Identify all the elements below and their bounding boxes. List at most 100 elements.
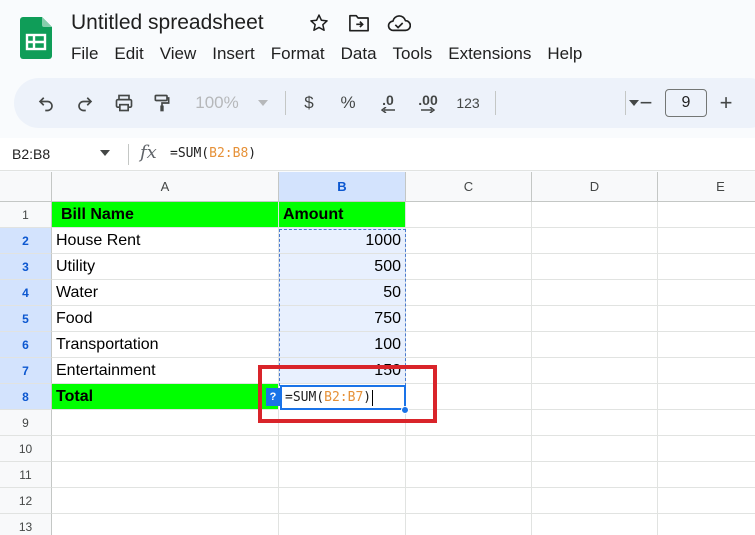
cell-e11[interactable] [658,462,755,488]
currency-format-button[interactable]: $ [300,78,318,128]
row-header-10[interactable]: 10 [0,436,52,462]
cell-b10[interactable] [279,436,406,462]
cell-a5[interactable]: Food [52,306,279,332]
cell-e13[interactable] [658,514,755,535]
cell-e7[interactable] [658,358,755,384]
font-family-select[interactable] [509,78,639,128]
increase-decimal-button[interactable]: .00 [414,78,442,128]
cell-a3[interactable]: Utility [52,254,279,280]
cell-e9[interactable] [658,410,755,436]
menu-tools[interactable]: Tools [385,42,441,66]
cell-b2[interactable]: 1000 [279,228,406,254]
percent-format-button[interactable]: % [338,78,358,128]
cell-d8[interactable] [532,384,658,410]
column-header-d[interactable]: D [532,172,658,202]
menu-data[interactable]: Data [333,42,385,66]
cell-e12[interactable] [658,488,755,514]
name-box[interactable]: B2:B8 [12,146,50,162]
cell-a9[interactable] [52,410,279,436]
cell-c9[interactable] [406,410,532,436]
cell-c7[interactable] [406,358,532,384]
cell-a8[interactable]: Total [52,384,279,410]
column-header-c[interactable]: C [406,172,532,202]
cell-e10[interactable] [658,436,755,462]
fill-handle[interactable] [401,406,409,414]
cell-c3[interactable] [406,254,532,280]
row-header-9[interactable]: 9 [0,410,52,436]
document-title[interactable]: Untitled spreadsheet [71,11,264,35]
formula-help-icon[interactable]: ? [266,388,280,406]
print-icon[interactable] [112,78,136,128]
cell-d4[interactable] [532,280,658,306]
cell-b9[interactable] [279,410,406,436]
row-header-11[interactable]: 11 [0,462,52,488]
cloud-saved-icon[interactable] [387,11,411,35]
cell-b4[interactable]: 50 [279,280,406,306]
decrease-decimal-button[interactable]: .0 [374,78,402,128]
undo-icon[interactable] [34,78,58,128]
cell-b11[interactable] [279,462,406,488]
cell-d10[interactable] [532,436,658,462]
cell-e3[interactable] [658,254,755,280]
cell-c8[interactable] [406,384,532,410]
column-header-e[interactable]: E [658,172,755,202]
row-header-7[interactable]: 7 [0,358,52,384]
paint-format-icon[interactable] [150,78,174,128]
cell-b8-editor[interactable]: =SUM(B2:B7) [280,385,406,410]
number-format-button[interactable]: 123 [454,78,482,128]
cell-c5[interactable] [406,306,532,332]
cell-e5[interactable] [658,306,755,332]
decrease-font-size-button[interactable]: − [634,78,658,128]
cell-b12[interactable] [279,488,406,514]
menu-insert[interactable]: Insert [204,42,263,66]
cell-c2[interactable] [406,228,532,254]
cell-e2[interactable] [658,228,755,254]
row-header-13[interactable]: 13 [0,514,52,535]
cell-e8[interactable] [658,384,755,410]
select-all-corner[interactable] [0,172,52,202]
cell-d7[interactable] [532,358,658,384]
menu-edit[interactable]: Edit [106,42,151,66]
cell-c6[interactable] [406,332,532,358]
cell-c10[interactable] [406,436,532,462]
redo-icon[interactable] [73,78,97,128]
spreadsheet-grid[interactable]: A B C D E 1 2 3 4 5 6 7 8 9 10 11 12 13 … [0,172,755,535]
cell-d6[interactable] [532,332,658,358]
row-header-12[interactable]: 12 [0,488,52,514]
cell-a11[interactable] [52,462,279,488]
column-header-b[interactable]: B [279,172,406,202]
cell-a12[interactable] [52,488,279,514]
cell-d12[interactable] [532,488,658,514]
cell-d11[interactable] [532,462,658,488]
row-header-2[interactable]: 2 [0,228,52,254]
column-header-a[interactable]: A [52,172,279,202]
menu-format[interactable]: Format [263,42,333,66]
menu-view[interactable]: View [152,42,205,66]
cell-c4[interactable] [406,280,532,306]
cell-b6[interactable]: 100 [279,332,406,358]
menu-extensions[interactable]: Extensions [440,42,539,66]
cell-d1[interactable] [532,202,658,228]
cell-b13[interactable] [279,514,406,535]
cell-e4[interactable] [658,280,755,306]
font-size-input[interactable]: 9 [665,89,707,117]
cell-e1[interactable] [658,202,755,228]
cell-b3[interactable]: 500 [279,254,406,280]
formula-input[interactable]: =SUM(B2:B8) [170,146,256,161]
cell-a7[interactable]: Entertainment [52,358,279,384]
sheets-logo-icon[interactable] [20,17,52,59]
row-header-8[interactable]: 8 [0,384,52,410]
menu-help[interactable]: Help [539,42,590,66]
cell-a2[interactable]: House Rent [52,228,279,254]
star-icon[interactable] [307,11,331,35]
row-header-3[interactable]: 3 [0,254,52,280]
cell-c1[interactable] [406,202,532,228]
row-header-6[interactable]: 6 [0,332,52,358]
cell-d9[interactable] [532,410,658,436]
cell-d5[interactable] [532,306,658,332]
move-folder-icon[interactable] [347,11,371,35]
cell-b1[interactable]: Amount [279,202,406,228]
menu-file[interactable]: File [63,42,106,66]
cell-a6[interactable]: Transportation [52,332,279,358]
cell-d3[interactable] [532,254,658,280]
